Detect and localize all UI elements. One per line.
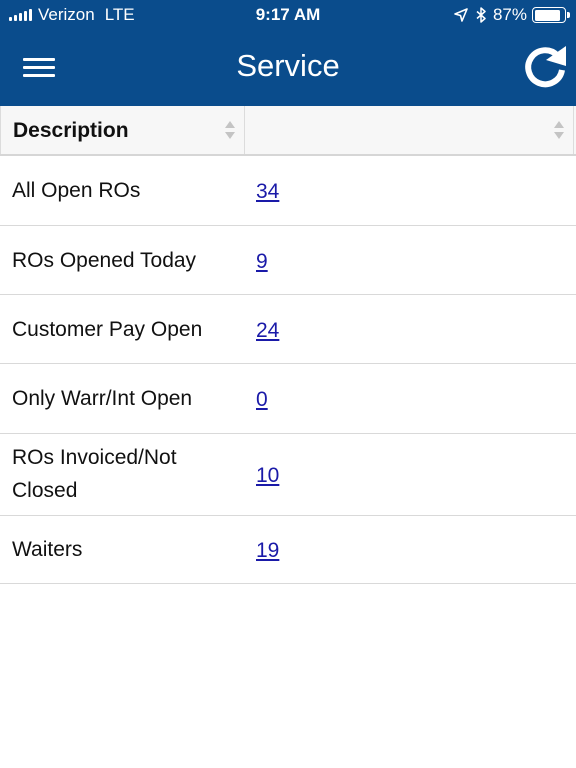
- battery-icon: [532, 7, 570, 23]
- refresh-icon[interactable]: [520, 42, 570, 92]
- table-row: Customer Pay Open 24: [0, 295, 576, 364]
- row-value-link[interactable]: 24: [256, 319, 279, 343]
- row-description: All Open ROs: [12, 179, 141, 202]
- page-title: Service: [236, 48, 340, 83]
- status-right: 87%: [454, 5, 570, 25]
- table-row: Only Warr/Int Open 0: [0, 364, 576, 434]
- navigation-bar: Service: [0, 30, 576, 106]
- table-row: ROs Invoiced/Not Closed 10: [0, 434, 576, 516]
- bluetooth-icon: [476, 7, 486, 23]
- table-header: Description: [0, 106, 576, 156]
- row-description: Customer Pay Open: [12, 318, 203, 341]
- row-description: ROs Invoiced/Not Closed: [12, 446, 177, 502]
- column-header-description[interactable]: Description: [0, 106, 245, 154]
- table-row: Waiters 19: [0, 516, 576, 584]
- row-value-link[interactable]: 10: [256, 464, 279, 488]
- sort-icon: [554, 121, 564, 139]
- row-description: ROs Opened Today: [12, 249, 197, 272]
- column-header-value[interactable]: [245, 106, 574, 154]
- row-value-link[interactable]: 19: [256, 539, 279, 563]
- table-row: ROs Opened Today 9: [0, 226, 576, 295]
- battery-level-fill: [534, 9, 560, 21]
- column-header-label: Description: [13, 119, 129, 142]
- row-description: Only Warr/Int Open: [12, 387, 193, 410]
- battery-percent: 87%: [492, 5, 527, 24]
- sort-icon: [225, 121, 235, 139]
- table-row: All Open ROs 34: [0, 156, 576, 226]
- row-value-link[interactable]: 34: [256, 180, 279, 204]
- battery-nub: [567, 12, 570, 18]
- row-value-link[interactable]: 0: [256, 388, 268, 412]
- status-bar: Verizon LTE 9:17 AM 87%: [0, 0, 576, 30]
- row-description: Waiters: [12, 538, 83, 561]
- location-arrow-icon: [454, 8, 468, 22]
- row-value-link[interactable]: 9: [256, 250, 268, 274]
